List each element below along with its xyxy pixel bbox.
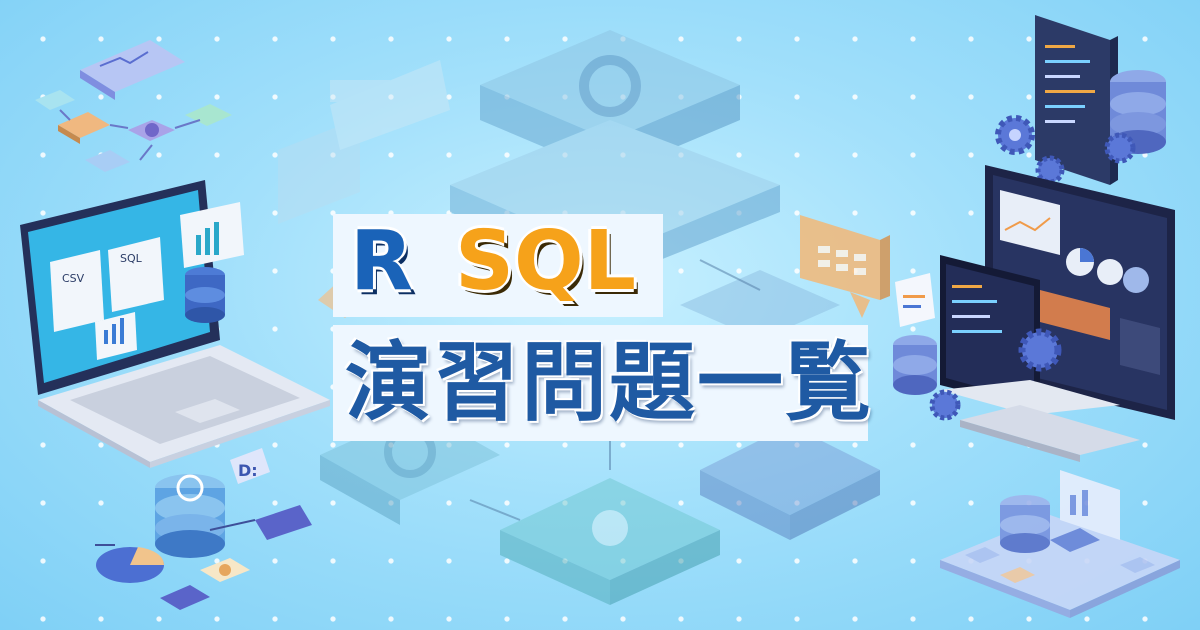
- database-pie-illustration: D:: [95, 448, 312, 610]
- title-sql: SQL: [455, 214, 637, 309]
- banner-canvas: CSV SQL D: R SQL 演習問題一覧: [0, 0, 1200, 630]
- db-badge-label: D:: [238, 461, 258, 480]
- subtitle-exercise-list: 演習問題一覧: [345, 333, 873, 433]
- title-r: R: [350, 214, 414, 309]
- csv-label: CSV: [62, 272, 85, 285]
- dashboard-monitor-illustration: [893, 165, 1175, 462]
- laptop-illustration: CSV SQL: [20, 180, 330, 468]
- code-window-illustration: [995, 15, 1166, 185]
- server-platform-illustration: [940, 470, 1180, 618]
- sql-label: SQL: [120, 252, 143, 265]
- flow-diagram-illustration: [35, 40, 232, 172]
- faded-cards: [278, 60, 450, 224]
